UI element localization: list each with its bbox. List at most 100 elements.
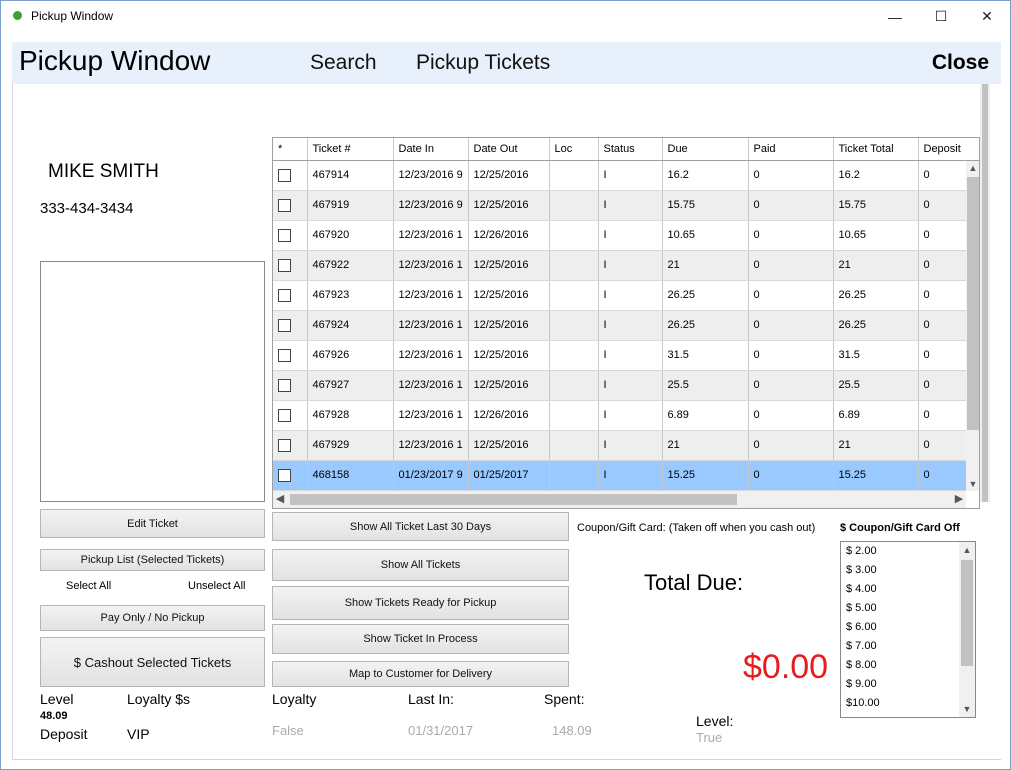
- row-checkbox-cell[interactable]: [273, 310, 308, 341]
- table-row[interactable]: 467927 12/23/2016 1 12/25/2016 I 25.5 0 25.5 0: [273, 370, 979, 401]
- row-checkbox[interactable]: [278, 288, 291, 302]
- table-cell[interactable]: 0: [748, 340, 834, 371]
- table-cell[interactable]: I: [598, 220, 663, 251]
- table-cell[interactable]: 12/25/2016: [468, 340, 550, 371]
- grid-vertical-scrollbar[interactable]: ▲ ▼: [966, 161, 979, 491]
- table-cell[interactable]: 12/23/2016 1: [393, 340, 469, 371]
- table-row[interactable]: 467920 12/23/2016 1 12/26/2016 I 10.65 0 10.65…: [273, 220, 979, 251]
- select-all-link[interactable]: Select All: [66, 580, 111, 592]
- row-checkbox-cell[interactable]: [273, 400, 308, 431]
- table-cell[interactable]: I: [598, 370, 663, 401]
- close-button[interactable]: Close: [932, 51, 989, 75]
- table-cell[interactable]: 01/23/2017 9: [393, 460, 469, 491]
- table-cell[interactable]: 15.75: [662, 190, 749, 221]
- table-cell[interactable]: [549, 310, 599, 341]
- table-cell[interactable]: 0: [748, 280, 834, 311]
- table-cell[interactable]: I: [598, 340, 663, 371]
- table-cell[interactable]: [549, 370, 599, 401]
- table-cell[interactable]: 12/23/2016 1: [393, 220, 469, 251]
- table-cell[interactable]: 25.5: [833, 370, 919, 401]
- table-cell[interactable]: 0: [748, 220, 834, 251]
- customer-notes-box[interactable]: [40, 261, 265, 502]
- table-cell[interactable]: 467929: [307, 430, 394, 461]
- table-cell[interactable]: 12/25/2016: [468, 430, 550, 461]
- nav-pickup-tickets[interactable]: Pickup Tickets: [416, 51, 550, 75]
- show-in-process-button[interactable]: Show Ticket In Process: [272, 624, 569, 654]
- table-row[interactable]: 468158 01/23/2017 9 01/25/2017 I 15.25 0 15.25…: [273, 460, 979, 491]
- table-cell[interactable]: 12/25/2016: [468, 190, 550, 221]
- col-status[interactable]: Status: [598, 138, 663, 161]
- table-cell[interactable]: I: [598, 190, 663, 221]
- table-cell[interactable]: 0: [748, 310, 834, 341]
- table-cell[interactable]: I: [598, 280, 663, 311]
- col-ticket-number[interactable]: Ticket #: [307, 138, 394, 161]
- table-cell[interactable]: 10.65: [833, 220, 919, 251]
- table-cell[interactable]: 12/23/2016 9: [393, 190, 469, 221]
- tickets-grid[interactable]: * Ticket # Date In Date Out Loc Status D…: [272, 137, 980, 509]
- table-cell[interactable]: 12/23/2016 1: [393, 430, 469, 461]
- table-cell[interactable]: 12/25/2016: [468, 310, 550, 341]
- edit-ticket-button[interactable]: Edit Ticket: [40, 509, 265, 538]
- table-cell[interactable]: 01/25/2017: [468, 460, 550, 491]
- table-cell[interactable]: I: [598, 310, 663, 341]
- row-checkbox-cell[interactable]: [273, 370, 308, 401]
- table-cell[interactable]: 15.25: [662, 460, 749, 491]
- coupon-scroll-up-icon[interactable]: ▲: [959, 542, 975, 558]
- col-ticket-total[interactable]: Ticket Total: [833, 138, 919, 161]
- table-row[interactable]: 467929 12/23/2016 1 12/25/2016 I 21 0 21 0: [273, 430, 979, 461]
- row-checkbox[interactable]: [278, 408, 291, 422]
- scroll-left-icon[interactable]: ◀: [273, 491, 287, 508]
- table-cell[interactable]: 467923: [307, 280, 394, 311]
- col-date-in[interactable]: Date In: [393, 138, 469, 161]
- coupon-list-item[interactable]: $ 6.00: [841, 618, 975, 637]
- unselect-all-link[interactable]: Unselect All: [188, 580, 245, 592]
- show-last-30-days-button[interactable]: Show All Ticket Last 30 Days: [272, 512, 569, 541]
- table-cell[interactable]: I: [598, 160, 663, 191]
- col-date-out[interactable]: Date Out: [468, 138, 550, 161]
- table-cell[interactable]: 12/23/2016 1: [393, 250, 469, 281]
- table-cell[interactable]: 12/25/2016: [468, 370, 550, 401]
- table-cell[interactable]: 21: [833, 250, 919, 281]
- coupon-list-item[interactable]: $ 9.00: [841, 675, 975, 694]
- table-row[interactable]: 467922 12/23/2016 1 12/25/2016 I 21 0 21 0: [273, 250, 979, 281]
- coupon-list-item[interactable]: $ 2.00: [841, 542, 975, 561]
- table-cell[interactable]: 26.25: [833, 280, 919, 311]
- table-cell[interactable]: 10.65: [662, 220, 749, 251]
- col-select[interactable]: *: [273, 138, 308, 161]
- col-due[interactable]: Due: [662, 138, 749, 161]
- table-cell[interactable]: 16.2: [833, 160, 919, 191]
- table-cell[interactable]: 467914: [307, 160, 394, 191]
- grid-vscroll-thumb[interactable]: [967, 177, 979, 430]
- table-row[interactable]: 467923 12/23/2016 1 12/25/2016 I 26.25 0 26.25…: [273, 280, 979, 311]
- table-cell[interactable]: 467924: [307, 310, 394, 341]
- row-checkbox-cell[interactable]: [273, 430, 308, 461]
- pickup-list-button[interactable]: Pickup List (Selected Tickets): [40, 549, 265, 571]
- table-cell[interactable]: 12/23/2016 1: [393, 310, 469, 341]
- table-cell[interactable]: 25.5: [662, 370, 749, 401]
- table-cell[interactable]: 12/23/2016 1: [393, 280, 469, 311]
- table-row[interactable]: 467914 12/23/2016 9 12/25/2016 I 16.2 0 16.2 0: [273, 160, 979, 191]
- table-cell[interactable]: 6.89: [662, 400, 749, 431]
- row-checkbox[interactable]: [278, 438, 291, 452]
- table-cell[interactable]: 0: [748, 190, 834, 221]
- scroll-down-icon[interactable]: ▼: [966, 477, 979, 491]
- row-checkbox[interactable]: [278, 228, 291, 242]
- coupon-list-item[interactable]: $ 3.00: [841, 561, 975, 580]
- scroll-up-icon[interactable]: ▲: [966, 161, 979, 175]
- row-checkbox-cell[interactable]: [273, 340, 308, 371]
- maximize-button[interactable]: ☐: [918, 1, 964, 32]
- col-paid[interactable]: Paid: [748, 138, 834, 161]
- table-row[interactable]: 467928 12/23/2016 1 12/26/2016 I 6.89 0 6.89 0: [273, 400, 979, 431]
- row-checkbox[interactable]: [278, 168, 291, 182]
- panel-scrollbar-thumb[interactable]: [982, 84, 988, 502]
- table-cell[interactable]: [549, 250, 599, 281]
- table-cell[interactable]: 21: [662, 250, 749, 281]
- table-cell[interactable]: 0: [748, 460, 834, 491]
- table-row[interactable]: 467924 12/23/2016 1 12/25/2016 I 26.25 0 26.25…: [273, 310, 979, 341]
- table-cell[interactable]: 0: [748, 400, 834, 431]
- table-cell[interactable]: 12/25/2016: [468, 250, 550, 281]
- minimize-button[interactable]: —: [872, 1, 918, 32]
- row-checkbox[interactable]: [278, 198, 291, 212]
- grid-horizontal-scrollbar[interactable]: ◀ ▶: [273, 491, 966, 508]
- row-checkbox[interactable]: [278, 258, 291, 272]
